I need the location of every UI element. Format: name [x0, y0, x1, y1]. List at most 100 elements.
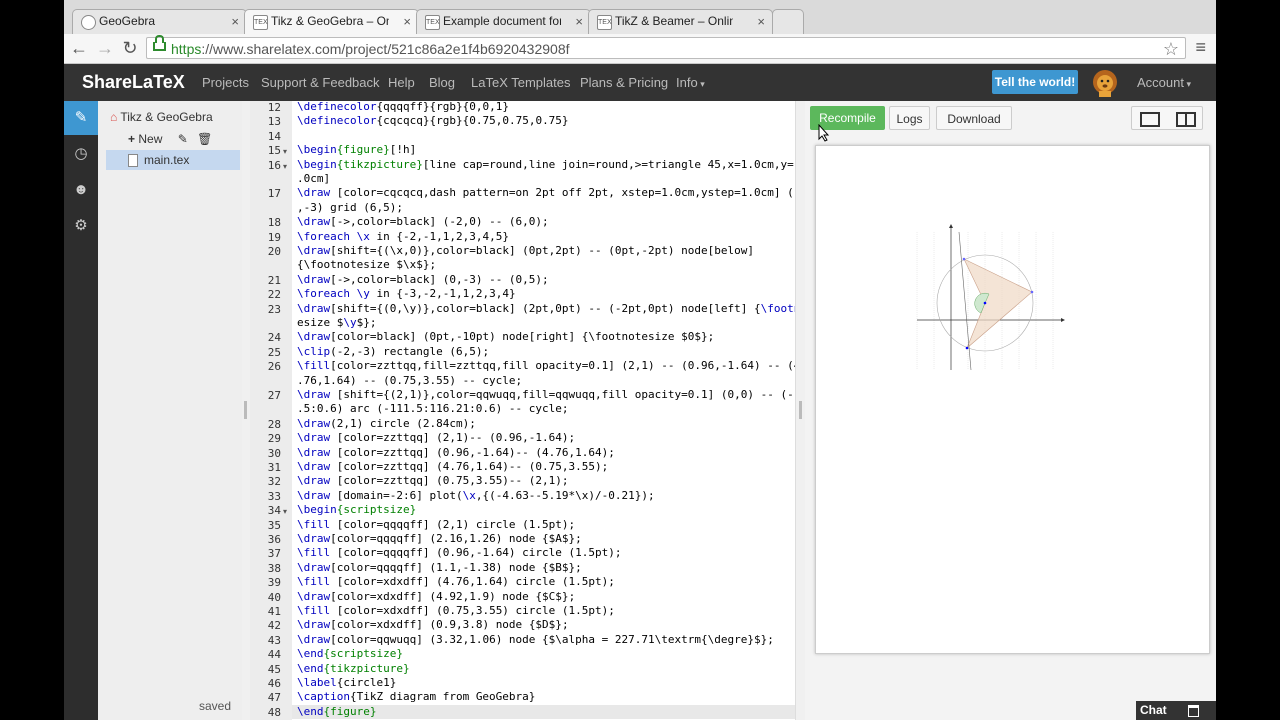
code-line[interactable]: \draw[shift={(\x,0)},color=black] (0pt,2… [297, 244, 792, 273]
settings-gear-icon[interactable]: ⚙ [64, 209, 98, 243]
edit-icon[interactable]: ✎ [64, 101, 98, 135]
fold-arrow-icon[interactable]: ▾ [283, 162, 287, 171]
delete-trash-icon[interactable]: 🗑 [197, 132, 212, 146]
line-number: 17 [267, 187, 281, 201]
code-text-wrap: .0cm] [297, 172, 331, 185]
code-line[interactable]: \begin{scriptsize} [297, 503, 792, 517]
code-line[interactable]: \draw[->,color=black] (-2,0) -- (6,0); [297, 215, 792, 229]
new-file-button[interactable]: + New [128, 132, 168, 146]
expand-window-icon[interactable] [1188, 705, 1199, 717]
code-line[interactable]: \end{tikzpicture} [297, 662, 792, 676]
code-line[interactable]: \foreach \y in {-3,-2,-1,1,2,3,4} [297, 287, 792, 301]
code-line[interactable]: \definecolor{cqcqcq}{rgb}{0.75,0.75,0.75… [297, 114, 792, 128]
code-text-wrap: ,-3) grid (6,5); [297, 200, 403, 214]
code-line[interactable]: \begin{figure}[!h] [297, 143, 792, 157]
code-line[interactable]: \fill [color=qqqqff] (2,1) circle (1.5pt… [297, 518, 792, 532]
chat-bar[interactable]: Chat [1136, 701, 1216, 720]
line-number: 38 [267, 561, 281, 575]
address-bar[interactable]: https://www.sharelatex.com/project/521c8… [146, 35, 1186, 60]
pdf-page [815, 145, 1210, 654]
code-line[interactable]: \definecolor{qqqqff}{rgb}{0,0,1} [297, 101, 792, 114]
single-pane-layout-icon[interactable] [1140, 112, 1160, 127]
rename-pencil-icon[interactable]: ✎ [178, 132, 188, 146]
code-line[interactable]: \draw[color=qqqqff] (2.16,1.26) node {$A… [297, 532, 792, 546]
url-scheme: https [171, 41, 202, 57]
code-text: \draw [color=zzttqq] (2,1)-- (0.96,-1.64… [297, 431, 576, 445]
tab-tikz-geogebra[interactable]: TEX Tikz & GeoGebra – Online × [244, 9, 419, 35]
code-line[interactable]: \draw[color=black] (0pt,-10pt) node[righ… [297, 330, 792, 344]
history-icon[interactable]: ◷ [64, 137, 98, 171]
code-line[interactable]: \draw[color=qqwuqq] (3.32,1.06) node {$\… [297, 633, 792, 647]
back-arrow-icon[interactable]: ← [68, 38, 90, 58]
code-line[interactable]: \label{circle1} [297, 676, 792, 690]
url-path: ://www.sharelatex.com/project/521c86a2e1… [201, 41, 570, 57]
code-text: \end{scriptsize} [297, 647, 403, 661]
line-number: 25 [267, 345, 281, 359]
code-line[interactable]: \draw[shift={(0,\y)},color=black] (2pt,0… [297, 302, 795, 331]
close-icon[interactable]: × [231, 14, 239, 29]
fold-arrow-icon[interactable]: ▾ [283, 507, 287, 516]
code-line[interactable]: \fill [color=xdxdff] (0.75,3.55) circle … [297, 604, 792, 618]
code-line[interactable]: \begin{tikzpicture}[line cap=round,line … [297, 158, 795, 187]
file-item-main-tex[interactable]: main.tex [106, 150, 240, 170]
project-name-row[interactable]: ⌂ Tikz & GeoGebra [110, 110, 213, 124]
browser-menu-icon[interactable]: ≡ [1195, 37, 1206, 58]
code-line[interactable]: \draw [color=zzttqq] (0.75,3.55)-- (2,1)… [297, 474, 792, 488]
forward-arrow-icon[interactable]: → [94, 38, 116, 58]
line-number: 19 [267, 230, 281, 244]
new-tab-button[interactable] [772, 9, 804, 34]
nav-blog[interactable]: Blog [429, 75, 455, 90]
code-line[interactable]: \fill [color=xdxdff] (4.76,1.64) circle … [297, 575, 792, 589]
code-line[interactable]: \fill [color=qqqqff] (0.96,-1.64) circle… [297, 546, 792, 560]
code-text: \draw [color=zzttqq] (4.76,1.64)-- (0.75… [297, 460, 609, 473]
project-name: Tikz & GeoGebra [120, 110, 213, 124]
close-icon[interactable]: × [575, 14, 583, 29]
code-line[interactable]: \fill[color=zzttqq,fill=zzttqq,fill opac… [297, 359, 795, 388]
collaborators-icon[interactable]: ☻ [64, 173, 98, 207]
tab-geogebra[interactable]: GeoGebra × [72, 9, 247, 34]
code-line[interactable]: \draw [color=zzttqq] (2,1)-- (0.96,-1.64… [297, 431, 792, 445]
fold-arrow-icon[interactable]: ▾ [283, 147, 287, 156]
code-line[interactable]: \draw[color=qqqqff] (1.1,-1.38) node {$B… [297, 561, 792, 575]
bookmark-star-icon[interactable]: ☆ [1163, 38, 1179, 60]
code-text: \foreach \y in {-3,-2,-1,1,2,3,4} [297, 287, 516, 301]
code-text-wrap: .5:0.6) arc (-111.5:116.21:0.6) -- cycle… [297, 402, 569, 416]
close-icon[interactable]: × [403, 14, 411, 29]
chat-label: Chat [1140, 703, 1167, 717]
file-icon [128, 154, 138, 167]
code-line[interactable]: \draw[->,color=black] (0,-3) -- (0,5); [297, 273, 792, 287]
tab-tikz-beamer[interactable]: TEX TikZ & Beamer – Online L × [588, 9, 773, 34]
logs-button[interactable]: Logs [889, 106, 930, 130]
code-line[interactable]: \draw [color=zzttqq] (4.76,1.64)-- (0.75… [297, 460, 792, 474]
code-editor[interactable]: 12 \definecolor{qqqqff}{rgb}{0,0,1} 13 \def… [250, 101, 795, 720]
code-line[interactable]: \draw[color=xdxdff] (0.9,3.8) node {$D$}… [297, 618, 792, 632]
brand-logo[interactable]: ShareLaTeX [82, 72, 185, 93]
y-axis-arrow [949, 224, 953, 228]
tab-example-document[interactable]: TEX Example document for tic × [416, 9, 591, 34]
nav-projects[interactable]: Projects [202, 75, 249, 90]
code-line[interactable]: \draw[color=xdxdff] (4.92,1.9) node {$C$… [297, 590, 792, 604]
reload-icon[interactable]: ↻ [119, 38, 141, 58]
code-line[interactable]: \draw [shift={(2,1)},color=qqwuqq,fill=q… [297, 388, 795, 417]
split-pane-layout-icon[interactable] [1176, 112, 1196, 127]
nav-latex-templates[interactable]: LaTeX Templates [471, 75, 571, 90]
code-line[interactable]: \end{figure} [297, 705, 792, 719]
code-line[interactable]: \draw(2,1) circle (2.84cm); [297, 417, 792, 431]
code-line[interactable]: \caption{TikZ diagram from GeoGebra} [297, 690, 792, 704]
nav-help[interactable]: Help [388, 75, 415, 90]
code-line[interactable]: \end{scriptsize} [297, 647, 792, 661]
code-line[interactable]: \draw [color=cqcqcq,dash pattern=on 2pt … [297, 186, 795, 215]
account-menu[interactable]: Account ▾ [1137, 75, 1191, 90]
line-number: 35 [267, 518, 281, 532]
code-text: \fill [color=xdxdff] (4.76,1.64) circle … [297, 575, 615, 589]
code-line[interactable]: \draw [domain=-2:6] plot(\x,{(-4.63--5.1… [297, 489, 792, 503]
code-line[interactable]: \clip(-2,-3) rectangle (6,5); [297, 345, 792, 359]
tell-the-world-button[interactable]: Tell the world! [992, 70, 1078, 94]
nav-support-feedback[interactable]: Support & Feedback [261, 75, 380, 90]
code-line[interactable]: \draw [color=zzttqq] (0.96,-1.64)-- (4.7… [297, 446, 792, 460]
nav-info[interactable]: Info ▾ [676, 75, 705, 90]
download-button[interactable]: Download [936, 106, 1012, 130]
close-icon[interactable]: × [757, 14, 765, 29]
nav-plans-pricing[interactable]: Plans & Pricing [580, 75, 668, 90]
code-line[interactable]: \foreach \x in {-2,-1,1,2,3,4,5} [297, 230, 792, 244]
